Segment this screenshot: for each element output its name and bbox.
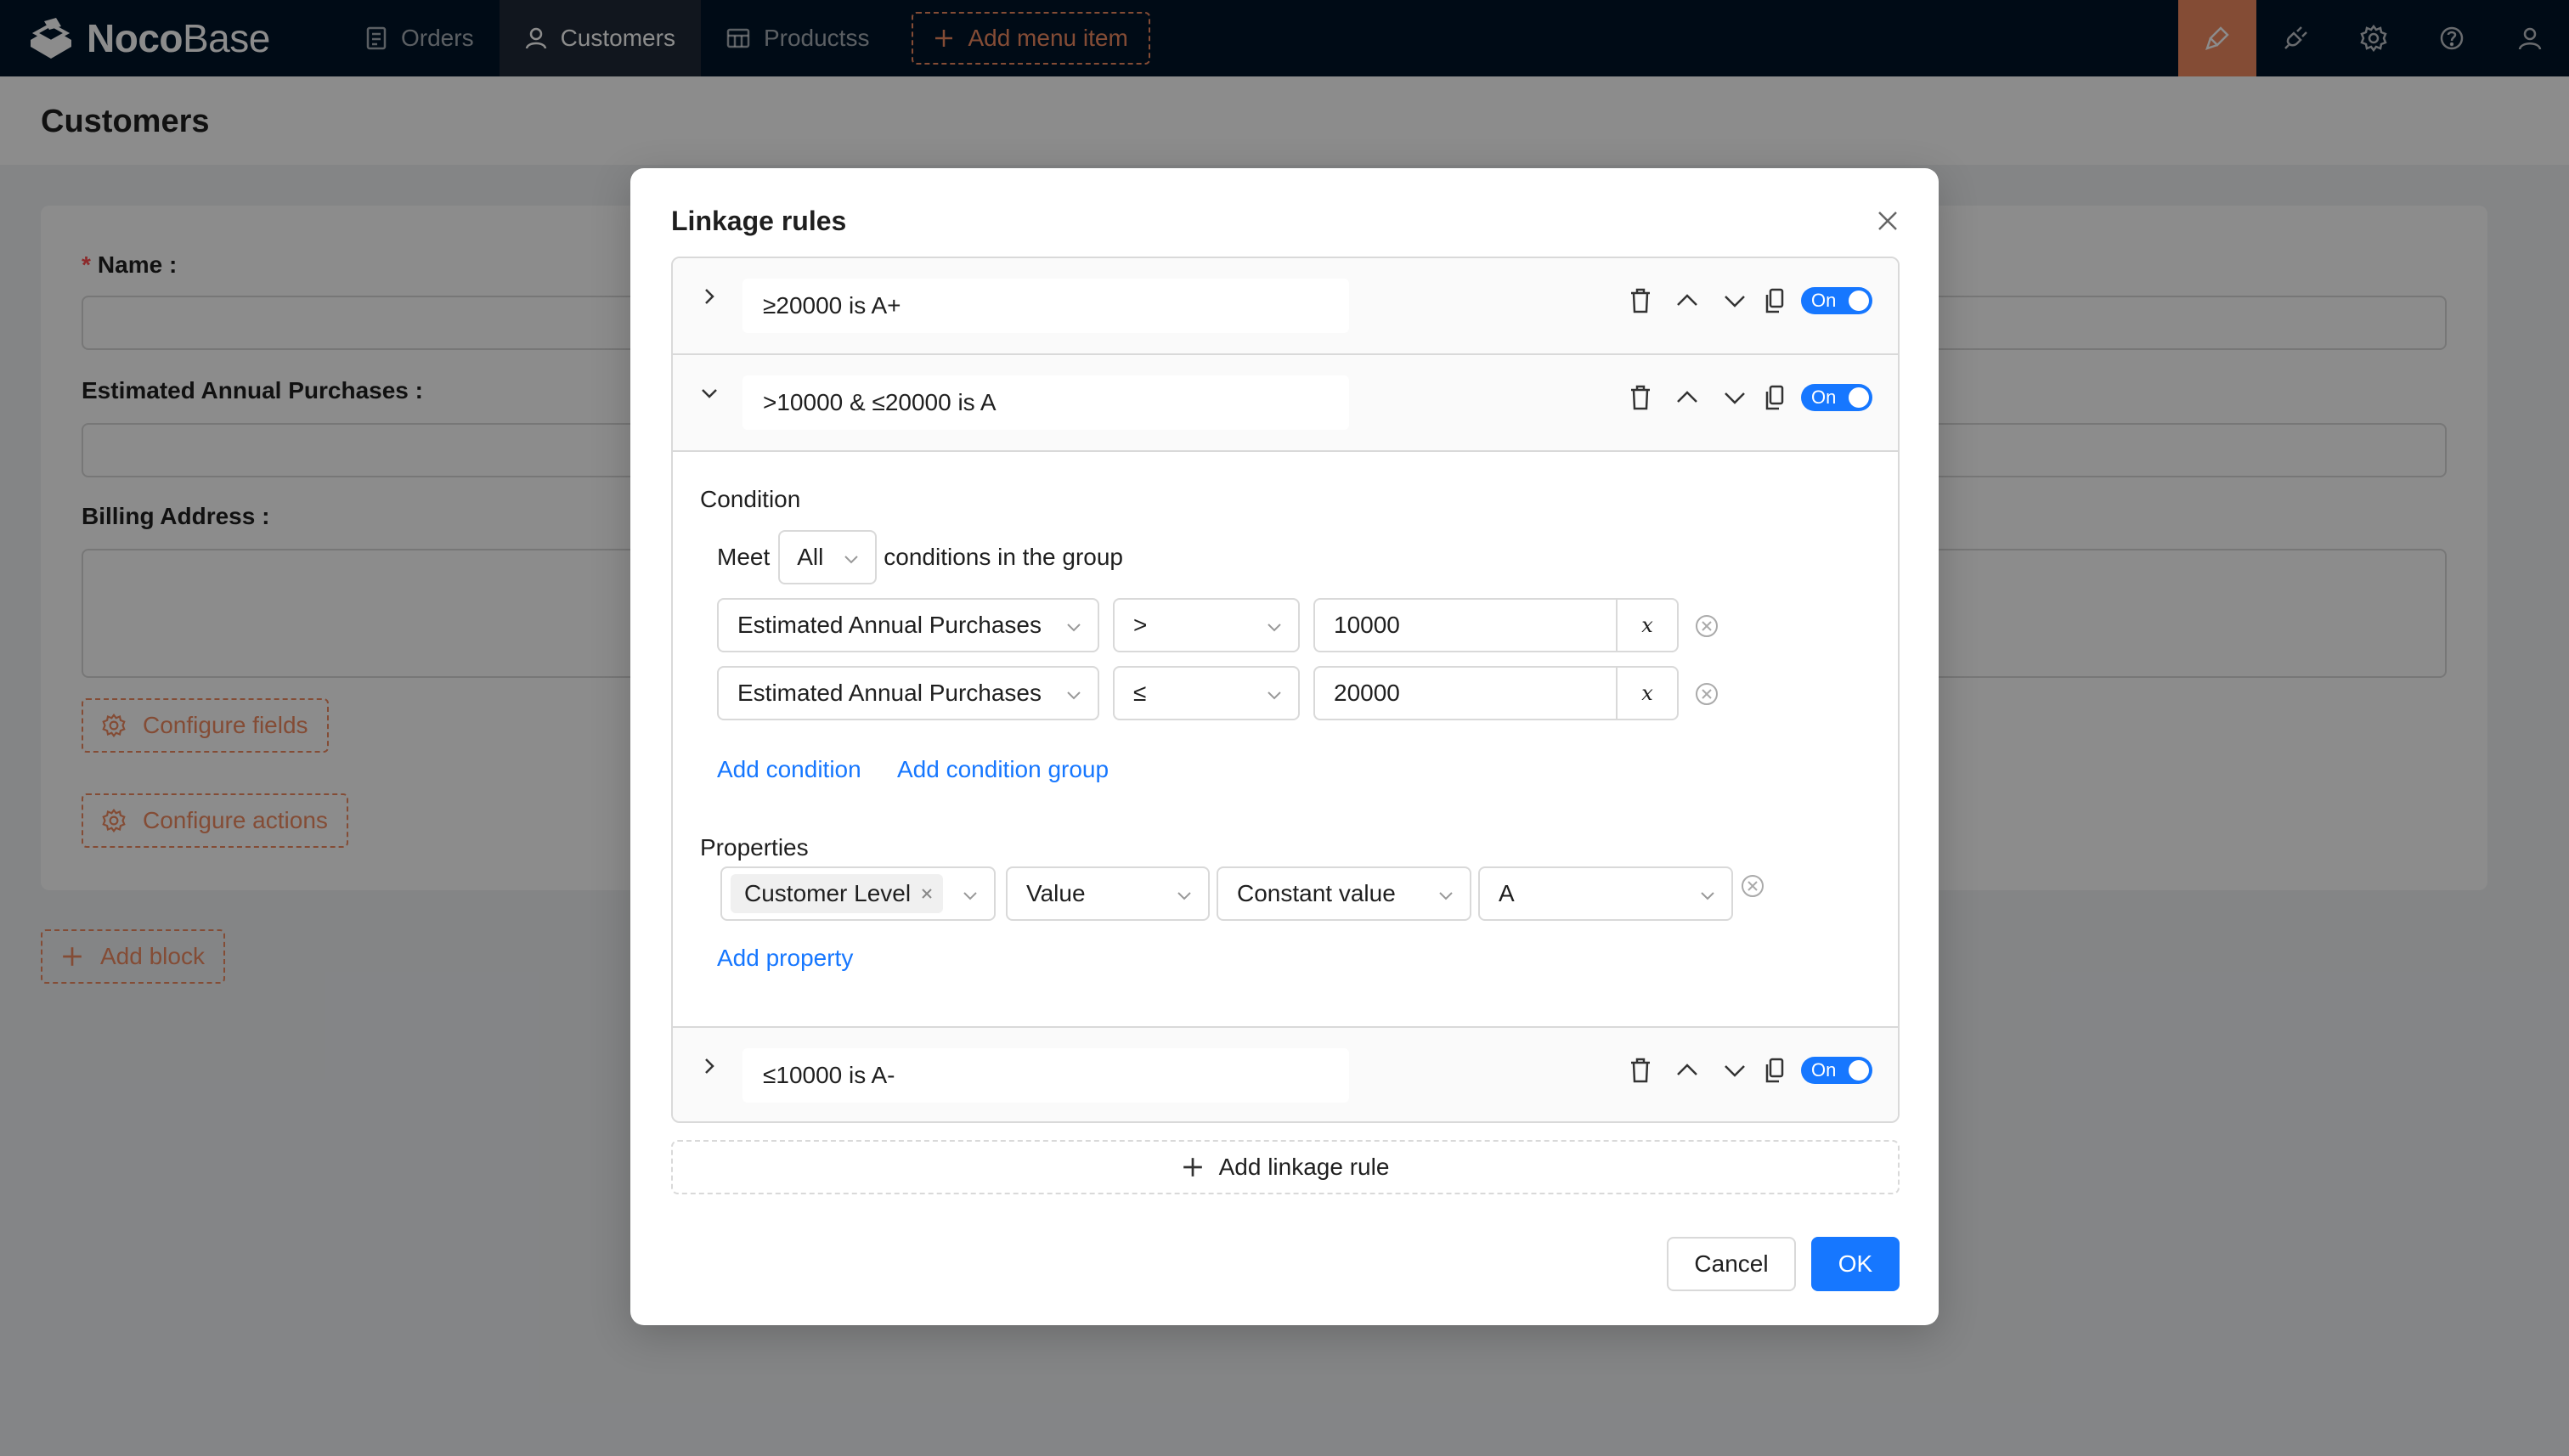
rule-header[interactable]: ≥20000 is A+ On (673, 258, 1898, 355)
chevron-down-icon[interactable] (1723, 1058, 1747, 1082)
meet-row: Meet All conditions in the group (717, 530, 1123, 584)
remove-property-icon[interactable] (1740, 873, 1765, 899)
condition-value-input[interactable]: 10000 x (1313, 598, 1679, 652)
rule-actions: On (1606, 384, 1872, 411)
dialog-title: Linkage rules (671, 206, 847, 236)
add-condition-group-link[interactable]: Add condition group (897, 756, 1109, 783)
delete-icon[interactable] (1629, 288, 1652, 313)
chevron-down-icon (1065, 618, 1082, 635)
condition-operator-select[interactable]: > (1113, 598, 1300, 652)
chevron-down-icon (962, 887, 979, 904)
rule-header[interactable]: >10000 & ≤20000 is A On (673, 355, 1898, 452)
variable-button[interactable]: x (1616, 600, 1677, 651)
rule-enabled-toggle[interactable]: On (1801, 384, 1872, 411)
chevron-down-icon (843, 550, 860, 567)
chevron-right-icon[interactable] (700, 287, 719, 306)
remove-condition-icon[interactable] (1694, 613, 1719, 639)
linkage-rules-dialog: Linkage rules ≥20000 is A+ On >10000 & ≤… (630, 168, 1939, 1325)
cancel-button[interactable]: Cancel (1667, 1237, 1796, 1291)
add-property-link[interactable]: Add property (717, 945, 853, 972)
chevron-down-icon (1437, 887, 1454, 904)
chevron-down-icon[interactable] (1723, 289, 1747, 313)
close-button[interactable] (1871, 204, 1905, 238)
chevron-down-icon (1176, 887, 1193, 904)
chevron-down-icon (1266, 618, 1283, 635)
rule-body: Condition Meet All conditions in the gro… (673, 452, 1898, 1028)
chevron-down-icon (1266, 686, 1283, 703)
property-action-select[interactable]: Value (1006, 866, 1210, 921)
tag-close-icon[interactable] (919, 886, 934, 901)
field-tag: Customer Level (731, 874, 944, 913)
chevron-up-icon[interactable] (1675, 1058, 1699, 1082)
condition-value-input[interactable]: 20000 x (1313, 666, 1679, 720)
property-value-select[interactable]: A (1478, 866, 1733, 921)
remove-condition-icon[interactable] (1694, 681, 1719, 707)
chevron-down-icon (1699, 887, 1716, 904)
rule-title-input[interactable]: >10000 & ≤20000 is A (742, 375, 1349, 430)
rule-actions: On (1606, 1057, 1872, 1084)
rule-title-input[interactable]: ≥20000 is A+ (742, 279, 1349, 333)
delete-icon[interactable] (1629, 1058, 1652, 1083)
properties-label: Properties (700, 834, 809, 861)
close-icon (1871, 204, 1905, 238)
condition-operator-select[interactable]: ≤ (1113, 666, 1300, 720)
plus-icon (1182, 1156, 1204, 1178)
chevron-right-icon[interactable] (700, 1057, 719, 1075)
meet-logic-select[interactable]: All (778, 530, 878, 584)
ok-button[interactable]: OK (1811, 1237, 1900, 1291)
copy-icon[interactable] (1764, 385, 1784, 410)
chevron-down-icon[interactable] (700, 384, 719, 403)
condition-field-select[interactable]: Estimated Annual Purchases (717, 666, 1099, 720)
add-condition-link[interactable]: Add condition (717, 756, 861, 783)
chevron-down-icon (1065, 686, 1082, 703)
rule-title-input[interactable]: ≤10000 is A- (742, 1048, 1349, 1103)
condition-label: Condition (700, 486, 801, 512)
copy-icon[interactable] (1764, 288, 1784, 313)
rule-enabled-toggle[interactable]: On (1801, 287, 1872, 314)
chevron-up-icon[interactable] (1675, 386, 1699, 409)
add-linkage-rule-button[interactable]: Add linkage rule (671, 1140, 1900, 1194)
property-mode-select[interactable]: Constant value (1217, 866, 1471, 921)
rule-actions: On (1606, 287, 1872, 314)
chevron-down-icon[interactable] (1723, 386, 1747, 409)
copy-icon[interactable] (1764, 1058, 1784, 1083)
linkage-rules-list: ≥20000 is A+ On >10000 & ≤20000 is A On … (671, 257, 1900, 1123)
rule-enabled-toggle[interactable]: On (1801, 1057, 1872, 1084)
chevron-up-icon[interactable] (1675, 289, 1699, 313)
property-field-select[interactable]: Customer Level (720, 866, 996, 921)
condition-field-select[interactable]: Estimated Annual Purchases (717, 598, 1099, 652)
variable-button[interactable]: x (1616, 668, 1677, 719)
delete-icon[interactable] (1629, 385, 1652, 410)
rule-header[interactable]: ≤10000 is A- On (673, 1028, 1898, 1121)
